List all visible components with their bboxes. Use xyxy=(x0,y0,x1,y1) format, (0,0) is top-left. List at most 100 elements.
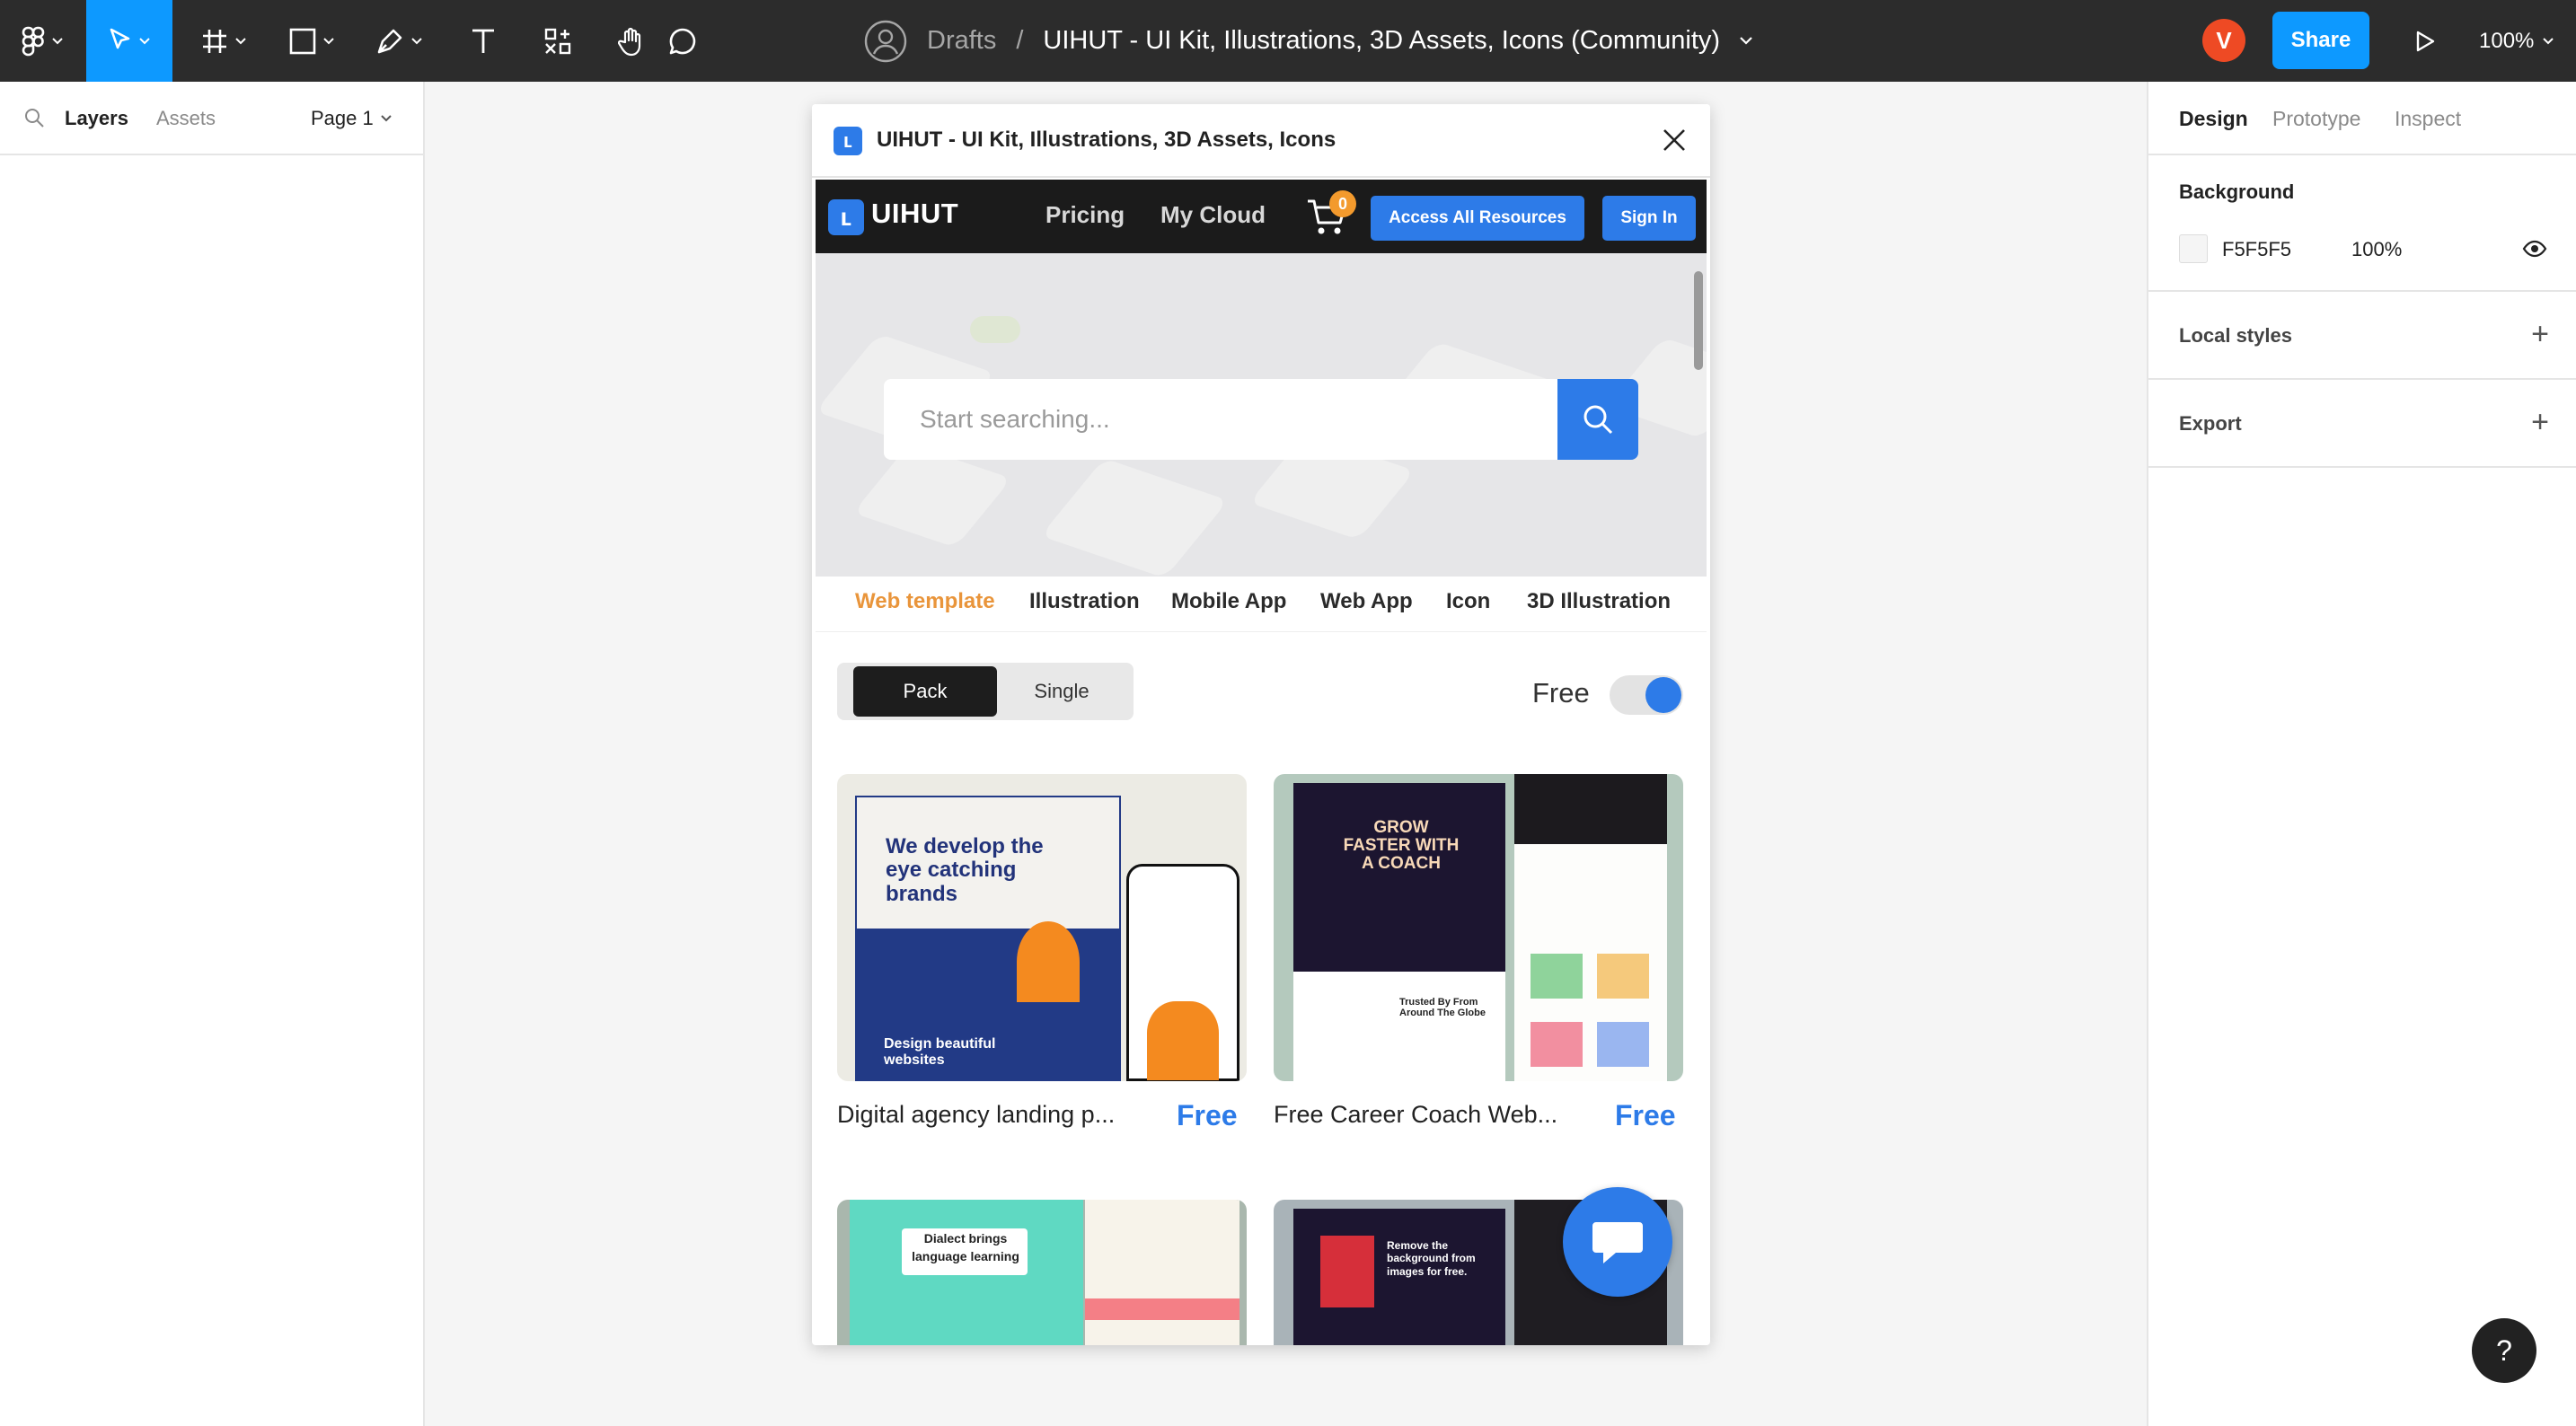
scrollbar-thumb[interactable] xyxy=(1694,271,1703,370)
chat-icon xyxy=(1592,1222,1643,1263)
segment-pack[interactable]: Pack xyxy=(853,666,997,717)
card-title[interactable]: Free Career Coach Web... xyxy=(1274,1101,1557,1129)
pen-icon xyxy=(377,29,402,53)
background-hex[interactable]: F5F5F5 xyxy=(2222,238,2291,261)
user-avatar[interactable]: V xyxy=(2202,19,2245,62)
preview-block xyxy=(1597,1022,1649,1067)
right-panel-tabs: Design Prototype Inspect xyxy=(2148,82,2576,155)
export-section: Export + xyxy=(2148,380,2576,468)
pack-single-switch: Pack Single xyxy=(837,663,1134,720)
top-toolbar: Drafts / UIHUT - UI Kit, Illustrations, … xyxy=(0,0,2576,82)
card-headline: Dialect brings language learning xyxy=(912,1231,1019,1263)
page-selector[interactable]: Page 1 xyxy=(311,107,374,130)
chevron-down-icon xyxy=(52,37,63,44)
eye-icon[interactable] xyxy=(2522,240,2547,258)
tab-illustration[interactable]: Illustration xyxy=(1029,589,1140,614)
free-filter-label: Free xyxy=(1532,677,1590,709)
card-preview-side xyxy=(1085,1200,1239,1345)
chevron-down-icon xyxy=(411,37,422,44)
card-subhead: Trusted By From Around The Globe xyxy=(1399,997,1486,1018)
preview-block xyxy=(1531,954,1583,999)
card-preview-side xyxy=(1514,774,1667,1081)
card-headline: Remove the background from images for fr… xyxy=(1387,1239,1476,1278)
chevron-down-icon[interactable] xyxy=(381,115,392,122)
share-button[interactable]: Share xyxy=(2272,12,2369,69)
breadcrumb-separator: / xyxy=(1016,26,1024,55)
breadcrumb-drafts[interactable]: Drafts xyxy=(927,26,996,56)
zoom-level: 100% xyxy=(2479,28,2535,53)
tab-design[interactable]: Design xyxy=(2179,107,2248,131)
search-button[interactable] xyxy=(1557,379,1638,460)
background-opacity[interactable]: 100% xyxy=(2351,238,2402,261)
chevron-down-icon xyxy=(323,37,334,44)
plugin-content: ʟ UIHUT Pricing My Cloud 0 Access All Re… xyxy=(816,180,1707,1345)
cursor-icon xyxy=(110,28,130,48)
template-card[interactable]: Dialect brings language learning xyxy=(837,1200,1247,1345)
search-icon xyxy=(1584,405,1613,435)
site-brand[interactable]: UIHUT xyxy=(871,198,958,230)
add-style-icon[interactable]: + xyxy=(2531,319,2549,349)
card-preview: We develop the eye catching brands Desig… xyxy=(855,796,1121,1081)
preview-block xyxy=(1597,954,1649,999)
figma-logo-icon xyxy=(22,26,45,56)
search-input[interactable] xyxy=(884,379,1557,460)
help-button[interactable]: ? xyxy=(2472,1318,2536,1383)
text-tool-button[interactable] xyxy=(447,0,519,82)
card-title[interactable]: Digital agency landing p... xyxy=(837,1101,1115,1129)
resources-button[interactable] xyxy=(519,0,596,82)
plugin-logo-icon: ʟ xyxy=(834,127,862,155)
present-button[interactable] xyxy=(2396,0,2454,82)
tab-layers[interactable]: Layers xyxy=(65,107,128,130)
card-price: Free xyxy=(1177,1099,1238,1131)
card-preview-lower: Trusted By From Around The Globe xyxy=(1293,972,1505,1081)
local-styles-title: Local styles xyxy=(2179,324,2292,347)
nav-pricing[interactable]: Pricing xyxy=(1045,201,1125,229)
segment-single[interactable]: Single xyxy=(999,666,1125,717)
plugin-title: UIHUT - UI Kit, Illustrations, 3D Assets… xyxy=(877,128,1337,152)
tab-assets[interactable]: Assets xyxy=(156,107,216,130)
tab-mobile-app[interactable]: Mobile App xyxy=(1171,589,1286,614)
chevron-down-icon[interactable] xyxy=(1740,37,1752,45)
left-sidebar: Layers Assets Page 1 xyxy=(0,82,425,1426)
tab-icon[interactable]: Icon xyxy=(1446,589,1490,614)
zoom-menu[interactable]: 100% xyxy=(2479,0,2554,82)
tab-3d-illustration[interactable]: 3D Illustration xyxy=(1527,589,1671,614)
tab-web-template[interactable]: Web template xyxy=(855,589,995,614)
play-icon xyxy=(2416,31,2435,51)
free-toggle[interactable] xyxy=(1610,675,1683,715)
chevron-down-icon xyxy=(2543,37,2554,44)
frame-tool-button[interactable] xyxy=(185,0,262,82)
chat-button[interactable] xyxy=(1563,1187,1672,1297)
text-icon xyxy=(472,29,494,53)
main-menu-button[interactable] xyxy=(0,0,84,82)
comment-tool-button[interactable] xyxy=(647,0,719,82)
preview-block xyxy=(1320,1236,1374,1307)
tab-prototype[interactable]: Prototype xyxy=(2272,107,2360,131)
plugin-window: ʟ UIHUT - UI Kit, Illustrations, 3D Asse… xyxy=(812,104,1710,1345)
comment-icon xyxy=(669,28,696,54)
category-tabs: Web template Illustration Mobile App Web… xyxy=(816,577,1707,632)
template-card[interactable]: We develop the eye catching brands Desig… xyxy=(837,774,1247,1081)
move-tool-button[interactable] xyxy=(86,0,172,82)
pen-tool-button[interactable] xyxy=(357,0,440,82)
team-avatar-icon[interactable] xyxy=(864,20,907,63)
tab-inspect[interactable]: Inspect xyxy=(2395,107,2461,131)
background-swatch[interactable] xyxy=(2179,234,2208,263)
access-all-resources-button[interactable]: Access All Resources xyxy=(1371,196,1584,241)
nav-my-cloud[interactable]: My Cloud xyxy=(1160,201,1266,229)
frame-icon xyxy=(203,29,226,53)
card-price: Free xyxy=(1615,1099,1676,1131)
sign-in-button[interactable]: Sign In xyxy=(1602,196,1696,241)
add-export-icon[interactable]: + xyxy=(2531,407,2549,437)
card-headline: We develop the eye catching brands xyxy=(886,834,1044,906)
plugin-header: ʟ UIHUT - UI Kit, Illustrations, 3D Asse… xyxy=(812,104,1710,178)
tab-web-app[interactable]: Web App xyxy=(1320,589,1413,614)
search-box xyxy=(884,379,1557,460)
uihut-logo-icon[interactable]: ʟ xyxy=(828,199,864,235)
template-card[interactable]: GROW FASTER WITH A COACH Trusted By From… xyxy=(1274,774,1683,1081)
shape-tool-button[interactable] xyxy=(273,0,350,82)
search-icon[interactable] xyxy=(23,107,45,128)
close-icon[interactable] xyxy=(1662,128,1687,153)
chevron-down-icon xyxy=(235,37,246,44)
file-title[interactable]: UIHUT - UI Kit, Illustrations, 3D Assets… xyxy=(1043,26,1720,56)
